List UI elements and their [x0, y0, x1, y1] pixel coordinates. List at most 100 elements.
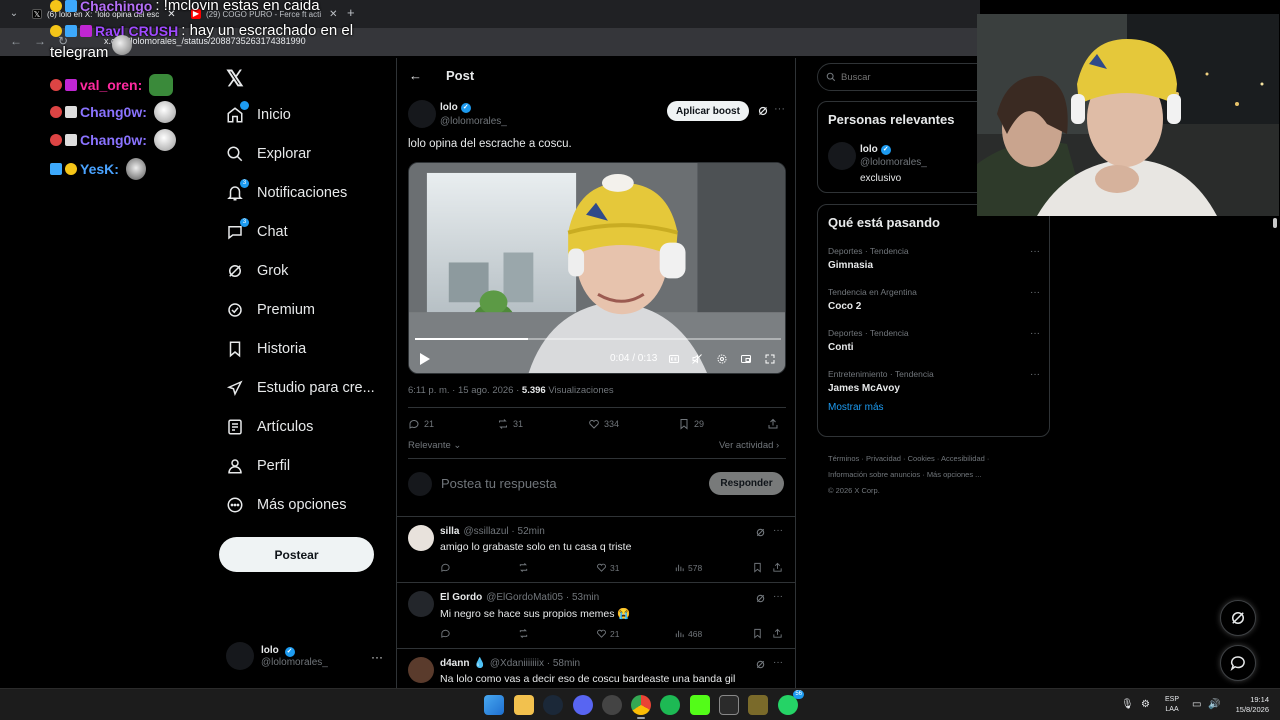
author-handle[interactable]: @lolomorales_: [440, 116, 507, 127]
comment-author[interactable]: d4ann: [440, 658, 469, 669]
pip-icon[interactable]: [740, 353, 752, 365]
grok-icon[interactable]: [755, 659, 766, 670]
captions-icon[interactable]: [668, 353, 680, 365]
bookmark-action[interactable]: 29: [678, 418, 704, 430]
comment[interactable]: silla @ssillazul · 52min amigo lo grabast…: [397, 516, 795, 582]
tab-close-icon[interactable]: ✕: [329, 9, 337, 20]
avatar[interactable]: [828, 142, 856, 170]
grok-float-button[interactable]: [1220, 600, 1256, 636]
whatsapp-icon[interactable]: 56: [778, 690, 804, 715]
more-icon[interactable]: ···: [1030, 246, 1040, 257]
more-icon[interactable]: ···: [773, 657, 783, 668]
share-action[interactable]: [767, 418, 783, 430]
app-icon[interactable]: [719, 695, 739, 715]
tab-search-button[interactable]: ⌄: [6, 6, 22, 22]
play-icon[interactable]: [420, 353, 430, 365]
language-indicator[interactable]: ESP LAA: [1165, 695, 1179, 715]
nav-item-perfil[interactable]: Perfil: [226, 457, 290, 475]
discord-icon[interactable]: [573, 695, 593, 715]
settings-icon[interactable]: [716, 353, 728, 365]
share-action[interactable]: [772, 562, 786, 573]
obs-icon[interactable]: [602, 695, 622, 715]
account-more-icon[interactable]: ···: [371, 650, 383, 664]
network-icon[interactable]: ▭: [1192, 699, 1201, 710]
more-icon[interactable]: ···: [1030, 369, 1040, 380]
nav-item-inicio[interactable]: Inicio: [226, 101, 291, 124]
nav-item-estudio[interactable]: Estudio para cre...: [226, 379, 375, 397]
footer-link[interactable]: Términos: [828, 454, 859, 463]
footer-link[interactable]: Privacidad: [866, 454, 901, 463]
post-button[interactable]: Postear: [219, 537, 374, 572]
views-action[interactable]: 468: [674, 628, 702, 639]
avatar[interactable]: [408, 591, 434, 617]
steam-icon[interactable]: [543, 695, 563, 715]
trend-item[interactable]: Deportes · Tendencia Conti ···: [828, 328, 1040, 358]
account-switcher[interactable]: lolo ✓ @lolomorales_: [226, 642, 328, 670]
repost-action[interactable]: [518, 628, 532, 639]
sort-dropdown[interactable]: Relevante ⌄: [408, 440, 461, 451]
grok-icon[interactable]: [755, 527, 766, 538]
repost-action[interactable]: 31: [497, 418, 523, 430]
footer-link[interactable]: Información sobre anuncios: [828, 470, 920, 479]
reply-button[interactable]: Responder: [709, 472, 784, 495]
show-more-link[interactable]: Mostrar más: [828, 402, 884, 413]
video-player[interactable]: 0:04 / 0:13: [408, 162, 786, 374]
comment-author[interactable]: El Gordo: [440, 592, 482, 603]
grok-icon[interactable]: [757, 105, 769, 117]
nav-item-explorar[interactable]: Explorar: [226, 145, 311, 163]
kick-icon[interactable]: [690, 695, 710, 715]
comment[interactable]: El Gordo @ElGordoMati05 · 53min Mi negro …: [397, 582, 795, 648]
trend-item[interactable]: Tendencia en Argentina Coco 2 ···: [828, 287, 1040, 317]
more-icon[interactable]: ···: [1030, 328, 1040, 339]
relevant-name[interactable]: lolo ✓: [860, 144, 891, 155]
forward-icon[interactable]: →: [34, 34, 46, 48]
x-logo-icon[interactable]: 𝕏: [226, 66, 244, 92]
repost-action[interactable]: [518, 562, 532, 573]
boost-button[interactable]: Aplicar boost: [667, 101, 749, 121]
spotify-icon[interactable]: [660, 695, 680, 715]
back-arrow-icon[interactable]: ←: [409, 68, 422, 83]
mute-icon[interactable]: [691, 353, 703, 365]
nav-item-premium[interactable]: Premium: [226, 301, 315, 319]
nav-item-mas-opciones[interactable]: Más opciones: [226, 496, 346, 514]
messages-float-button[interactable]: [1220, 645, 1256, 681]
reply-action[interactable]: [440, 562, 454, 573]
avatar[interactable]: [408, 100, 436, 128]
like-action[interactable]: 21: [596, 628, 619, 639]
avatar[interactable]: [408, 525, 434, 551]
fullscreen-icon[interactable]: [764, 353, 776, 365]
comment[interactable]: d4ann 💧 @Xdaniiiiiiix · 58min Na lolo como…: [397, 648, 795, 688]
like-action[interactable]: 334: [588, 418, 619, 430]
bookmark-action[interactable]: [752, 628, 766, 639]
post-timestamp[interactable]: 6:11 p. m. · 15 ago. 2026 ·: [408, 385, 522, 396]
views-action[interactable]: 578: [674, 562, 702, 573]
video-progress-bar[interactable]: [415, 338, 781, 340]
new-tab-button[interactable]: +: [347, 5, 355, 20]
nav-item-articulos[interactable]: Artículos: [226, 418, 313, 436]
reply-action[interactable]: 21: [408, 418, 434, 430]
microphone-icon[interactable]: 🎙: [1121, 699, 1134, 710]
back-icon[interactable]: ←: [10, 34, 22, 48]
chrome-icon[interactable]: [631, 695, 651, 715]
trend-item[interactable]: Deportes · Tendencia Gimnasia ···: [828, 246, 1040, 276]
nav-item-grok[interactable]: Grok: [226, 262, 288, 280]
footer-link[interactable]: Más opciones ...: [927, 470, 982, 479]
reply-action[interactable]: [440, 628, 454, 639]
bookmark-action[interactable]: [752, 562, 766, 573]
file-explorer-icon[interactable]: [514, 695, 534, 715]
avatar[interactable]: [408, 657, 434, 683]
activity-link[interactable]: Ver actividad ›: [719, 440, 779, 451]
footer-link[interactable]: Accesibilidad: [941, 454, 985, 463]
more-icon[interactable]: ···: [773, 591, 783, 602]
volume-icon[interactable]: 🔊: [1208, 699, 1220, 710]
trend-item[interactable]: Entretenimiento · Tendencia James McAvoy…: [828, 369, 1040, 399]
nav-item-notificaciones[interactable]: 3 Notificaciones: [226, 179, 347, 202]
search-input[interactable]: [841, 71, 981, 83]
like-action[interactable]: 31: [596, 562, 619, 573]
scrollbar-thumb[interactable]: [1273, 218, 1277, 228]
app-icon[interactable]: [748, 695, 768, 715]
reply-input[interactable]: Postea tu respuesta: [441, 476, 557, 491]
nav-item-chat[interactable]: 3 Chat: [226, 218, 288, 241]
page-scrollbar[interactable]: [1272, 216, 1278, 686]
settings-tray-icon[interactable]: ⚙: [1141, 699, 1150, 710]
